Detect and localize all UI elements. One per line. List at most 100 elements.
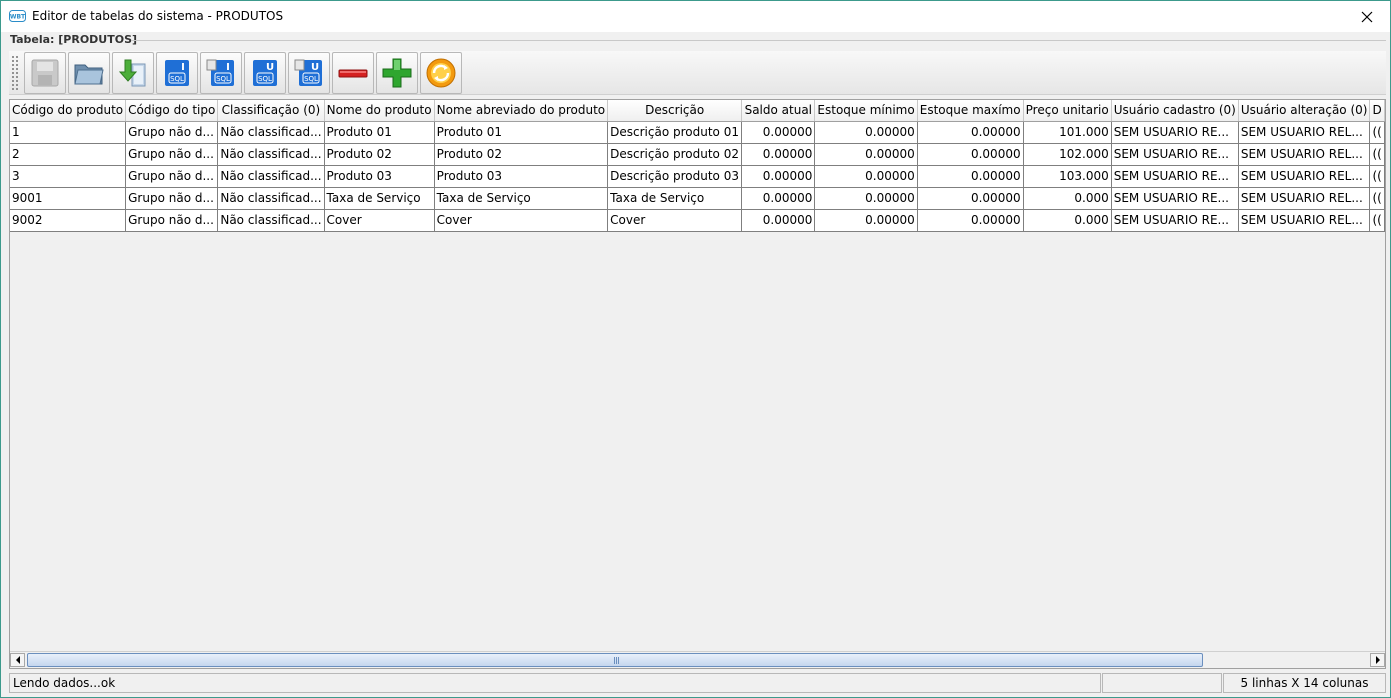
- import-button[interactable]: [112, 52, 154, 94]
- table-cell[interactable]: SEM USUARIO RE...: [1111, 187, 1239, 210]
- table-cell[interactable]: Produto 03: [324, 165, 435, 188]
- title-bar[interactable]: WBT Editor de tabelas do sistema - PRODU…: [1, 1, 1390, 32]
- table-cell[interactable]: Grupo não d...: [125, 121, 219, 144]
- table-row[interactable]: 9001 Grupo não d... Não classificad... Taxa…: [10, 187, 1385, 210]
- table-cell[interactable]: 0.00000: [741, 121, 816, 144]
- table-cell[interactable]: 103.000: [1023, 165, 1112, 188]
- open-button[interactable]: [68, 52, 110, 94]
- table-cell[interactable]: SEM USUARIO RE...: [1111, 165, 1239, 188]
- table-cell[interactable]: 0.00000: [917, 187, 1024, 210]
- table-cell[interactable]: Não classificad...: [217, 143, 325, 166]
- table-cell[interactable]: SEM USUARIO RE...: [1111, 143, 1239, 166]
- table-cell[interactable]: SEM USUARIO REL...: [1238, 121, 1371, 144]
- column-header[interactable]: Descrição: [607, 100, 743, 122]
- column-header[interactable]: Estoque mínimo: [814, 100, 918, 122]
- sql-insert-file-button[interactable]: I SQL: [200, 52, 242, 94]
- table-cell[interactable]: 9001: [10, 187, 127, 210]
- table-cell[interactable]: Não classificad...: [217, 121, 325, 144]
- table-cell[interactable]: 0.00000: [814, 165, 918, 188]
- scroll-left-button[interactable]: [10, 653, 25, 667]
- column-header[interactable]: D: [1369, 100, 1385, 122]
- table-cell[interactable]: ((: [1369, 209, 1385, 232]
- table-cell[interactable]: 2: [10, 143, 127, 166]
- table-cell[interactable]: Produto 01: [434, 121, 609, 144]
- table-cell[interactable]: Cover: [607, 209, 743, 232]
- table-cell[interactable]: SEM USUARIO REL...: [1238, 209, 1371, 232]
- table-cell[interactable]: Não classificad...: [217, 187, 325, 210]
- column-header[interactable]: Estoque maxímo: [917, 100, 1024, 122]
- column-header[interactable]: Nome abreviado do produto: [434, 100, 609, 122]
- table-cell[interactable]: Grupo não d...: [125, 143, 219, 166]
- table-cell[interactable]: 0.000: [1023, 187, 1112, 210]
- scroll-right-button[interactable]: [1370, 653, 1385, 667]
- column-header[interactable]: Saldo atual: [741, 100, 816, 122]
- table-cell[interactable]: 1: [10, 121, 127, 144]
- sql-update-file-button[interactable]: U SQL: [288, 52, 330, 94]
- table-row[interactable]: 1 Grupo não d... Não classificad... Produto…: [10, 121, 1385, 144]
- table-cell[interactable]: 0.00000: [814, 143, 918, 166]
- table-cell[interactable]: ((: [1369, 165, 1385, 188]
- sql-update-button[interactable]: U SQL: [244, 52, 286, 94]
- table-cell[interactable]: ((: [1369, 121, 1385, 144]
- table-cell[interactable]: Grupo não d...: [125, 165, 219, 188]
- table-cell[interactable]: 0.00000: [814, 209, 918, 232]
- table-cell[interactable]: SEM USUARIO REL...: [1238, 165, 1371, 188]
- table-cell[interactable]: 0.00000: [917, 121, 1024, 144]
- table-cell[interactable]: Grupo não d...: [125, 187, 219, 210]
- table-cell[interactable]: Descrição produto 01: [607, 121, 743, 144]
- table-cell[interactable]: ((: [1369, 143, 1385, 166]
- close-button[interactable]: [1344, 1, 1390, 32]
- table-row[interactable]: 9002 Grupo não d... Não classificad... Cove…: [10, 209, 1385, 232]
- table-cell[interactable]: 3: [10, 165, 127, 188]
- column-header[interactable]: Código do tipo: [125, 100, 219, 122]
- table-row[interactable]: 2 Grupo não d... Não classificad... Produto…: [10, 143, 1385, 166]
- table-cell[interactable]: ((: [1369, 187, 1385, 210]
- table-cell[interactable]: 0.00000: [741, 143, 816, 166]
- table-cell[interactable]: 0.00000: [917, 165, 1024, 188]
- column-header[interactable]: Usuário cadastro (0): [1111, 100, 1239, 122]
- horizontal-scrollbar[interactable]: [10, 651, 1385, 668]
- column-header[interactable]: Preço unitario: [1023, 100, 1112, 122]
- table-cell[interactable]: SEM USUARIO REL...: [1238, 187, 1371, 210]
- table-cell[interactable]: Produto 02: [324, 143, 435, 166]
- table-cell[interactable]: 0.00000: [814, 121, 918, 144]
- table-cell[interactable]: 0.00000: [741, 165, 816, 188]
- column-header[interactable]: Nome do produto: [324, 100, 435, 122]
- table-cell[interactable]: 0.00000: [741, 209, 816, 232]
- table-cell[interactable]: Cover: [434, 209, 609, 232]
- column-header[interactable]: Classificação (0): [217, 100, 325, 122]
- column-header[interactable]: Código do produto: [10, 100, 127, 122]
- table-cell[interactable]: 9002: [10, 209, 127, 232]
- table-cell[interactable]: Taxa de Serviço: [434, 187, 609, 210]
- table-cell[interactable]: Não classificad...: [217, 209, 325, 232]
- table-cell[interactable]: Produto 01: [324, 121, 435, 144]
- table-cell[interactable]: Taxa de Serviço: [324, 187, 435, 210]
- table-cell[interactable]: 0.00000: [741, 187, 816, 210]
- table-cell[interactable]: SEM USUARIO REL...: [1238, 143, 1371, 166]
- save-button[interactable]: [24, 52, 66, 94]
- table-cell[interactable]: SEM USUARIO RE...: [1111, 209, 1239, 232]
- table-cell[interactable]: Taxa de Serviço: [607, 187, 743, 210]
- table-cell[interactable]: 0.00000: [814, 187, 918, 210]
- scroll-thumb[interactable]: [27, 653, 1203, 667]
- table-cell[interactable]: Produto 02: [434, 143, 609, 166]
- table-cell[interactable]: 102.000: [1023, 143, 1112, 166]
- table-cell[interactable]: Cover: [324, 209, 435, 232]
- sql-insert-button[interactable]: I SQL: [156, 52, 198, 94]
- add-row-button[interactable]: [376, 52, 418, 94]
- table-row[interactable]: 3 Grupo não d... Não classificad... Produto…: [10, 165, 1385, 188]
- table-cell[interactable]: 0.00000: [917, 209, 1024, 232]
- table-cell[interactable]: 0.000: [1023, 209, 1112, 232]
- toolbar-grip[interactable]: [11, 55, 19, 91]
- table-cell[interactable]: 0.00000: [917, 143, 1024, 166]
- table-cell[interactable]: Produto 03: [434, 165, 609, 188]
- table-cell[interactable]: Descrição produto 03: [607, 165, 743, 188]
- column-header[interactable]: Usuário alteração (0): [1238, 100, 1371, 122]
- remove-row-button[interactable]: [332, 52, 374, 94]
- table-cell[interactable]: SEM USUARIO RE...: [1111, 121, 1239, 144]
- table-cell[interactable]: Grupo não d...: [125, 209, 219, 232]
- refresh-button[interactable]: [420, 52, 462, 94]
- table-cell[interactable]: Descrição produto 02: [607, 143, 743, 166]
- table-cell[interactable]: 101.000: [1023, 121, 1112, 144]
- table-cell[interactable]: Não classificad...: [217, 165, 325, 188]
